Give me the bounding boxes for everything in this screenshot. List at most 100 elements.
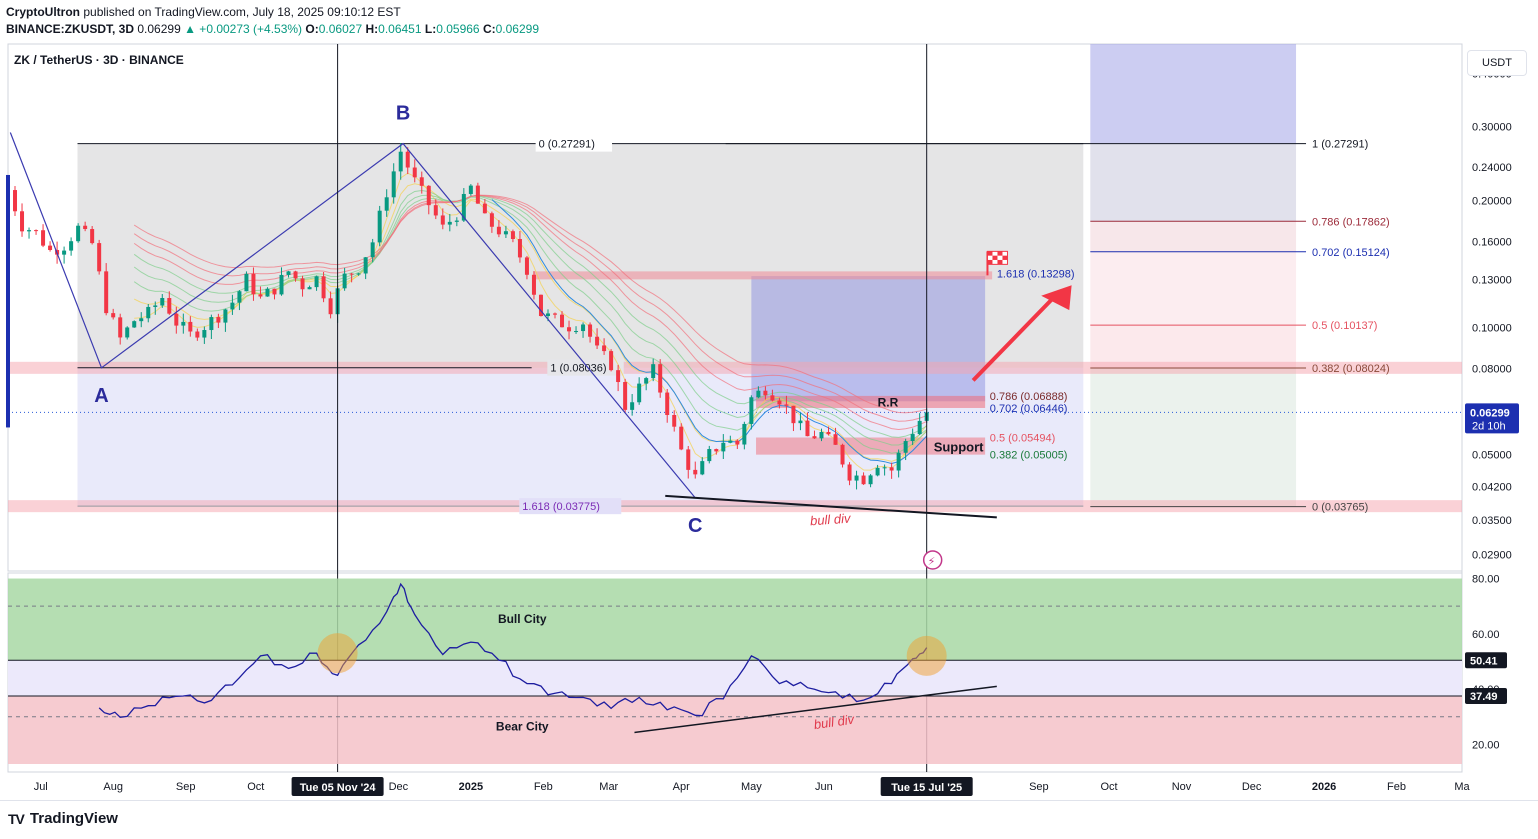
candle-body (524, 257, 529, 275)
time-tick: Sep (176, 781, 196, 793)
candle-body (847, 464, 852, 481)
candle-body (384, 197, 389, 211)
candle-body (553, 313, 558, 315)
candle-body (567, 327, 572, 332)
price-tick: 0.16000 (1472, 236, 1512, 248)
candle-body (216, 317, 221, 323)
candle-body (342, 273, 347, 289)
candle-body (861, 475, 866, 485)
time-tick: Oct (247, 781, 264, 793)
candle[interactable] (475, 182, 480, 204)
price-tick: 0.04200 (1472, 482, 1512, 494)
candle-body (770, 395, 775, 401)
bear-city-zone[interactable] (8, 696, 1462, 764)
fib-zone-05-0382 (1090, 325, 1297, 368)
candle-body (819, 431, 824, 439)
candle-body (791, 405, 796, 424)
long-position-target-zone[interactable] (751, 276, 986, 402)
rsi-mid-zone (8, 660, 1462, 697)
candle-body (223, 309, 228, 323)
rsi-breakout-circle-1[interactable] (317, 633, 358, 674)
chart-canvas[interactable]: 1 (0.27291) 0.786 (0.17862) 0.702 (0.15124… (0, 0, 1538, 800)
flag-check (987, 251, 993, 256)
time-tick: Aug (103, 781, 123, 793)
candle[interactable] (658, 359, 663, 398)
candle[interactable] (609, 349, 614, 372)
currency-unit-button[interactable]: USDT (1467, 50, 1527, 76)
candle-body (531, 274, 536, 295)
candle-body (651, 364, 656, 379)
candle-body (637, 383, 642, 403)
candle-body (602, 345, 607, 352)
fib-zone-0786-0702 (1090, 221, 1297, 252)
candle[interactable] (321, 271, 326, 303)
candle-body (349, 273, 354, 275)
flag-check (987, 259, 993, 265)
candle-body (314, 276, 319, 288)
candle-body (104, 271, 109, 314)
flag-check (992, 255, 998, 260)
candle-body (735, 440, 740, 445)
candle-body (13, 190, 18, 212)
candle[interactable] (132, 320, 137, 328)
candle-body (237, 291, 242, 303)
fib-left-label-2: 1.618 (0.03775) (522, 501, 600, 513)
candle-body (251, 273, 256, 295)
candle-body (714, 449, 719, 452)
candle-body (174, 313, 179, 326)
chart-legend-title: ZK / TetherUS · 3D · BINANCE (14, 53, 184, 67)
flag-check (997, 251, 1003, 256)
rsi-value-tag-text-0: 50.41 (1470, 655, 1498, 667)
fib-right-label-2: 0.702 (0.15124) (1312, 247, 1390, 259)
bull-city-label: Bull City (498, 612, 547, 626)
bull-city-zone[interactable] (8, 578, 1462, 661)
fib-projection-top-box[interactable] (1090, 44, 1297, 144)
listing-candle[interactable] (6, 174, 10, 428)
rsi-breakout-circle-2[interactable] (906, 635, 947, 676)
candle-body (188, 321, 193, 332)
candle-body (160, 298, 165, 306)
candle-body (398, 151, 403, 172)
tradingview-logo[interactable]: TV TradingView (8, 810, 118, 827)
wave-label-c: C (688, 515, 702, 537)
candle[interactable] (97, 239, 102, 275)
candle-body (356, 273, 361, 275)
candle[interactable] (244, 271, 249, 292)
candle-body (749, 397, 754, 424)
candle[interactable] (679, 423, 684, 451)
candle-body (132, 321, 137, 328)
fib-right-label-3: 0.5 (0.10137) (1312, 320, 1377, 332)
candle-body (840, 444, 845, 465)
candle-body (202, 330, 207, 338)
wave-label-b: B (396, 103, 410, 125)
fib-inner-label-0: 1.618 (0.13298) (997, 268, 1075, 280)
candle[interactable] (840, 443, 845, 468)
candle-body (756, 390, 761, 398)
candle-body (889, 467, 894, 471)
candle-body (265, 288, 270, 297)
candle-body (496, 226, 501, 235)
price-tick: 0.30000 (1472, 121, 1512, 133)
candle[interactable] (623, 378, 628, 413)
candle-body (454, 220, 459, 222)
candle[interactable] (377, 205, 382, 247)
candle-body (405, 151, 410, 168)
candle-body (868, 475, 873, 485)
candle-body (700, 461, 705, 475)
tradingview-brand: TradingView (29, 810, 118, 827)
candle-body (83, 225, 88, 230)
footer-bar: TV TradingView (0, 800, 1538, 839)
candle-body (258, 294, 263, 297)
candle-body (721, 442, 726, 452)
fib-right-label-5: 0 (0.03765) (1312, 502, 1368, 514)
flag-check (997, 259, 1003, 265)
time-tick: 2025 (459, 781, 483, 793)
candle[interactable] (76, 223, 81, 243)
candle-body (482, 203, 487, 214)
candle-body (307, 287, 312, 290)
candle-body (181, 321, 186, 326)
candle-body (693, 469, 698, 475)
candle-body (419, 177, 424, 186)
candle-body (545, 313, 550, 317)
tradingview-mark-icon: TV (8, 810, 25, 827)
